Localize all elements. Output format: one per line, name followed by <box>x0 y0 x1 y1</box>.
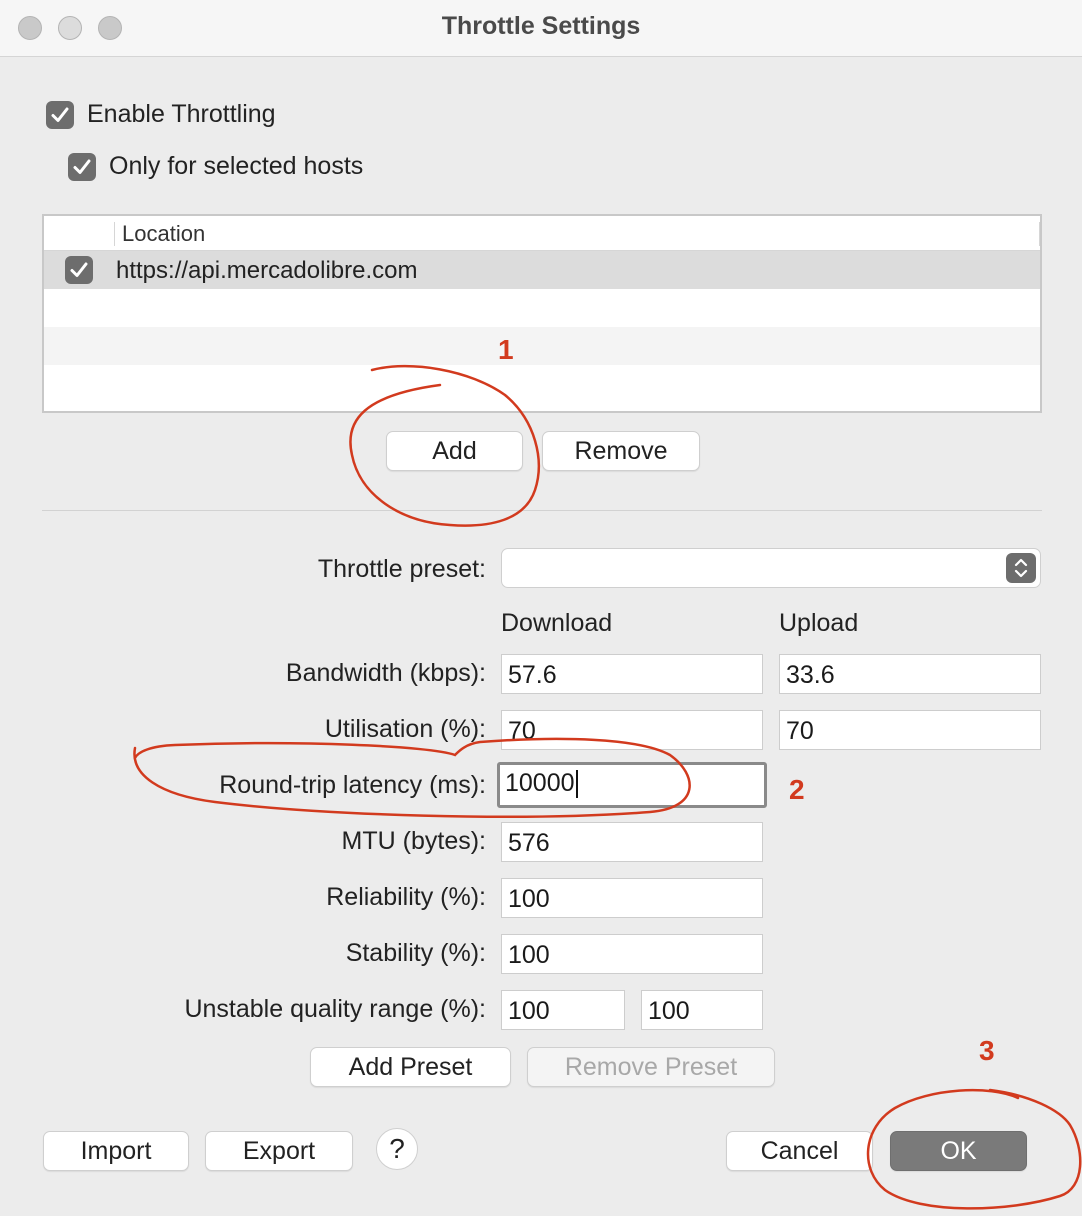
window-title: Throttle Settings <box>441 12 641 40</box>
text-caret <box>575 770 578 799</box>
cancel-button[interactable]: Cancel <box>726 1131 873 1171</box>
bandwidth-upload-field[interactable]: 33.6 <box>779 654 1041 694</box>
title-bar: Throttle Settings <box>0 0 1082 57</box>
unstable-quality-range-label: Unstable quality range (%): <box>184 995 486 1023</box>
annotation-step-3: 3 <box>979 1035 995 1066</box>
only-selected-hosts-checkbox[interactable] <box>68 153 96 181</box>
enable-throttling-label[interactable]: Enable Throttling <box>87 100 276 129</box>
remove-preset-button[interactable]: Remove Preset <box>527 1047 775 1087</box>
upload-column-header: Upload <box>779 609 859 637</box>
chevron-up-down-icon <box>1006 553 1036 583</box>
throttle-preset-select[interactable] <box>501 548 1041 588</box>
enable-throttling-checkbox[interactable] <box>46 101 74 129</box>
latency-label: Round-trip latency (ms): <box>219 771 486 799</box>
latency-field[interactable]: 10000 <box>497 762 767 808</box>
checkmark-icon <box>70 262 88 277</box>
bandwidth-download-field[interactable]: 57.6 <box>501 654 763 694</box>
only-selected-hosts-label[interactable]: Only for selected hosts <box>109 152 363 181</box>
hosts-table[interactable]: Location https://api.mercadolibre.com <box>42 214 1042 413</box>
table-row-empty <box>44 289 1040 327</box>
table-row[interactable]: https://api.mercadolibre.com <box>44 251 1040 289</box>
table-row-empty <box>44 365 1040 403</box>
reliability-field[interactable]: 100 <box>501 878 763 918</box>
unstable-range-max-field[interactable]: 100 <box>641 990 763 1030</box>
utilisation-label: Utilisation (%): <box>324 715 486 743</box>
ok-button[interactable]: OK <box>890 1131 1027 1171</box>
bandwidth-label: Bandwidth (kbps): <box>285 659 486 687</box>
annotation-step-1: 1 <box>498 334 514 365</box>
checkmark-icon <box>73 159 91 174</box>
table-row-empty <box>44 327 1040 365</box>
checkmark-icon <box>51 107 69 122</box>
mtu-field[interactable]: 576 <box>501 822 763 862</box>
location-column-header[interactable]: Location <box>122 221 205 247</box>
host-location: https://api.mercadolibre.com <box>116 257 418 284</box>
throttle-preset-label: Throttle preset: <box>317 555 486 583</box>
unstable-range-min-field[interactable]: 100 <box>501 990 625 1030</box>
download-column-header: Download <box>501 609 613 637</box>
help-button[interactable]: ? <box>376 1128 418 1170</box>
add-host-button[interactable]: Add <box>386 431 523 471</box>
add-preset-button[interactable]: Add Preset <box>310 1047 511 1087</box>
column-separator <box>1039 222 1040 246</box>
annotation-step-2: 2 <box>789 774 805 805</box>
mtu-label: MTU (bytes): <box>341 827 486 855</box>
host-enabled-checkbox[interactable] <box>65 256 93 284</box>
utilisation-download-field[interactable]: 70 <box>501 710 763 750</box>
import-button[interactable]: Import <box>43 1131 189 1171</box>
table-header: Location <box>44 216 1040 251</box>
section-divider <box>42 510 1042 511</box>
utilisation-upload-field[interactable]: 70 <box>779 710 1041 750</box>
reliability-label: Reliability (%): <box>326 883 486 911</box>
stability-label: Stability (%): <box>345 939 486 967</box>
column-separator <box>114 222 115 246</box>
latency-value: 10000 <box>505 769 575 797</box>
export-button[interactable]: Export <box>205 1131 353 1171</box>
stability-field[interactable]: 100 <box>501 934 763 974</box>
annotation-overlay <box>133 364 1082 1210</box>
remove-host-button[interactable]: Remove <box>542 431 700 471</box>
